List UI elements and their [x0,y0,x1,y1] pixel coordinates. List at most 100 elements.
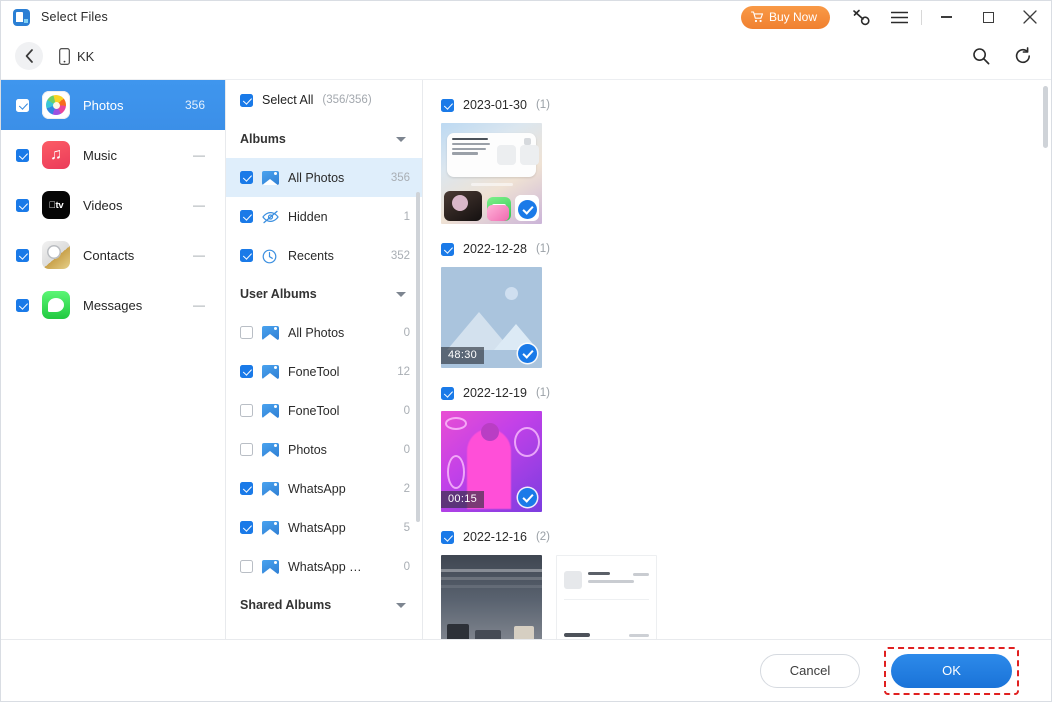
chevron-down-icon[interactable] [396,137,406,142]
photo-thumbnail[interactable]: 48:30 [441,267,542,368]
album-row[interactable]: Photos0 [226,430,422,469]
sidebar-item-checkbox[interactable] [16,299,29,312]
cancel-button[interactable]: Cancel [760,654,860,688]
date-group-checkbox[interactable] [441,387,454,400]
thumbnail-selected-check[interactable] [518,488,537,507]
photo-thumbnail[interactable]: 30 [441,123,542,224]
back-button[interactable] [15,42,43,70]
sidebar-item-label: Contacts [83,248,134,263]
albums-scrollbar-thumb[interactable] [416,192,420,522]
photo-album-icon [262,560,279,574]
sidebar-item-photos[interactable]: Photos356 [1,80,225,130]
album-row[interactable]: FoneTool12 [226,352,422,391]
album-group-title: Shared Albums [240,598,331,612]
device-name: KK [77,49,94,64]
sidebar-item-checkbox[interactable] [16,249,29,262]
photo-album-icon [262,482,279,496]
album-row[interactable]: WhatsApp2 [226,469,422,508]
albums-scrollbar[interactable] [416,132,420,612]
photo-album-icon [262,443,279,457]
refresh-icon[interactable] [1011,44,1035,68]
album-group-header-albums[interactable]: Albums [226,120,422,158]
sidebar-item-checkbox[interactable] [16,199,29,212]
date-group-count: (1) [536,243,550,255]
album-checkbox[interactable] [240,404,253,417]
album-checkbox[interactable] [240,521,253,534]
album-row[interactable]: WhatsApp …0 [226,547,422,586]
date-group-count: (1) [536,387,550,399]
photo-album-icon [262,521,279,535]
key-icon[interactable] [842,1,880,33]
maximize-button[interactable] [967,1,1009,33]
sidebar-item-count: — [193,248,205,262]
sidebar-item-label: Messages [83,298,142,313]
photo-thumbnail[interactable] [556,555,657,639]
sidebar-item-count: — [193,298,205,312]
album-checkbox[interactable] [240,482,253,495]
album-row[interactable]: FoneTool0 [226,391,422,430]
close-button[interactable] [1009,1,1051,33]
sidebar-item-contacts[interactable]: Contacts — [1,230,225,280]
dialog-footer: Cancel OK [1,639,1051,701]
album-row[interactable]: Recents352 [226,236,422,275]
album-checkbox[interactable] [240,171,253,184]
select-all-checkbox[interactable] [240,94,253,107]
album-row[interactable]: WhatsApp5 [226,508,422,547]
video-duration-badge: 00:15 [441,491,484,508]
album-name: Hidden [288,210,328,224]
album-group-header-user-albums[interactable]: User Albums [226,275,422,313]
date-group-header[interactable]: 2022-12-16(2) [441,530,1051,544]
date-group-checkbox[interactable] [441,243,454,256]
album-group-header-shared-albums[interactable]: Shared Albums [226,586,422,624]
date-group-label: 2022-12-28 [463,242,527,256]
select-all-row[interactable]: Select All (356/356) [226,80,422,120]
photo-album-icon [262,326,279,340]
sidebar-item-checkbox[interactable] [16,99,29,112]
date-group-label: 2022-12-16 [463,530,527,544]
sidebar-item-videos[interactable]: Videos— [1,180,225,230]
sidebar-item-label: Photos [83,98,123,113]
thumbnail-selected-check[interactable] [518,200,537,219]
sidebar-item-messages[interactable]: Messages — [1,280,225,330]
sidebar-item-music[interactable]: Music— [1,130,225,180]
album-checkbox[interactable] [240,210,253,223]
thumbnail-selected-check[interactable] [518,344,537,363]
date-group-header[interactable]: 2022-12-19 (1) [441,386,1051,400]
ok-button[interactable]: OK [891,654,1012,688]
photo-thumbnail[interactable] [441,555,542,639]
album-checkbox[interactable] [240,249,253,262]
video-duration-badge: 48:30 [441,347,484,364]
date-group-header[interactable]: 2022-12-28 (1) [441,242,1051,256]
album-checkbox[interactable] [240,443,253,456]
album-checkbox[interactable] [240,560,253,573]
album-row[interactable]: All Photos356 [226,158,422,197]
search-icon[interactable] [969,44,993,68]
chevron-down-icon[interactable] [396,603,406,608]
album-group-title: User Albums [240,287,317,301]
album-row[interactable]: All Photos0 [226,313,422,352]
album-count: 0 [404,327,410,339]
device-chip[interactable]: KK [59,48,94,65]
album-checkbox[interactable] [240,326,253,339]
sub-header-actions [969,44,1035,68]
date-group-label: 2023-01-30 [463,98,527,112]
album-name: FoneTool [288,404,339,418]
minimize-button[interactable] [925,1,967,33]
hamburger-menu-icon[interactable] [880,1,918,33]
date-group-checkbox[interactable] [441,531,454,544]
album-row[interactable]: Hidden1 [226,197,422,236]
photo-grid-scrollbar-thumb[interactable] [1043,86,1048,148]
album-group-title: Albums [240,132,286,146]
albums-panel: Select All (356/356) Albums All Photos356… [226,80,423,639]
date-group-label: 2022-12-19 [463,386,527,400]
thumbnail-row: 48:30 [441,267,1051,368]
date-group-header[interactable]: 2023-01-30(1) [441,98,1051,112]
chevron-down-icon[interactable] [396,292,406,297]
photo-grid-scrollbar[interactable] [1043,86,1048,639]
buy-now-button[interactable]: Buy Now [741,6,830,29]
album-name: FoneTool [288,365,339,379]
sidebar-item-checkbox[interactable] [16,149,29,162]
album-checkbox[interactable] [240,365,253,378]
date-group-checkbox[interactable] [441,99,454,112]
photo-thumbnail[interactable]: 00:15 [441,411,542,512]
